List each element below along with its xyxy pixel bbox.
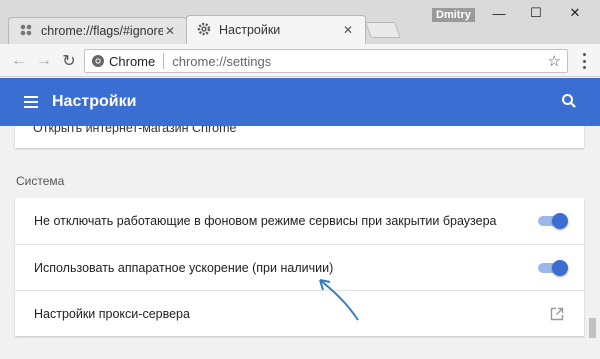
hardware-acceleration-toggle[interactable]	[538, 259, 568, 276]
background-apps-toggle[interactable]	[538, 213, 568, 229]
settings-content: Открыть интернет-магазин Chrome Система …	[0, 126, 586, 359]
puzzle-icon	[19, 23, 33, 40]
tab-title: chrome://flags/#ignore-	[41, 24, 163, 38]
forward-arrow-icon[interactable]: →	[35, 52, 53, 70]
maximize-icon[interactable]: ☐	[521, 4, 551, 22]
setting-label: Не отключать работающие в фоновом режиме…	[34, 214, 497, 228]
reload-icon[interactable]: ↻	[60, 52, 78, 70]
tab-flags[interactable]: chrome://flags/#ignore- ✕	[8, 17, 188, 44]
close-window-icon[interactable]: ✕	[560, 4, 590, 22]
browser-toolbar: ← → ↻ Chrome chrome://settings ☆	[0, 44, 600, 77]
search-icon[interactable]	[560, 92, 578, 110]
address-bar[interactable]: Chrome chrome://settings ☆	[84, 49, 568, 73]
site-label: Chrome	[109, 53, 156, 69]
setting-hardware-acceleration[interactable]: Использовать аппаратное ускорение (при н…	[15, 244, 584, 290]
minimize-icon[interactable]: —	[484, 4, 514, 22]
setting-label: Настройки прокси-сервера	[34, 306, 190, 321]
settings-card: Открыть интернет-магазин Chrome	[15, 126, 584, 148]
url-text[interactable]: chrome://settings	[172, 54, 271, 69]
setting-label: Использовать аппаратное ускорение (при н…	[34, 260, 334, 275]
divider	[163, 53, 165, 69]
profile-name[interactable]: Dmitry	[432, 8, 475, 22]
annotation-arrow-icon	[319, 279, 359, 321]
menu-icon[interactable]	[578, 53, 590, 69]
section-title: Система	[16, 174, 65, 188]
close-tab-icon[interactable]: ✕	[341, 23, 355, 37]
settings-row-label[interactable]: Открыть интернет-магазин Chrome	[33, 126, 236, 135]
hamburger-icon[interactable]	[24, 96, 38, 108]
tab-settings[interactable]: Настройки ✕	[186, 15, 366, 44]
scrollbar-thumb[interactable]	[589, 318, 596, 338]
chrome-icon	[91, 54, 105, 71]
tab-title: Настройки	[219, 23, 281, 37]
close-tab-icon[interactable]: ✕	[163, 24, 177, 38]
new-tab-button[interactable]	[365, 22, 401, 38]
back-arrow-icon[interactable]: ←	[10, 52, 28, 70]
gear-icon	[197, 22, 211, 39]
setting-proxy[interactable]: Настройки прокси-сервера	[15, 290, 584, 336]
setting-background-apps[interactable]: Не отключать работающие в фоновом режиме…	[15, 198, 584, 244]
settings-header: Настройки	[0, 78, 600, 126]
title-bar: chrome://flags/#ignore- ✕ Настройки ✕ Dm…	[0, 0, 600, 44]
system-settings-card: Не отключать работающие в фоновом режиме…	[15, 198, 584, 336]
star-icon[interactable]: ☆	[548, 52, 561, 70]
external-link-icon[interactable]	[550, 307, 564, 321]
page-title: Настройки	[52, 93, 137, 110]
